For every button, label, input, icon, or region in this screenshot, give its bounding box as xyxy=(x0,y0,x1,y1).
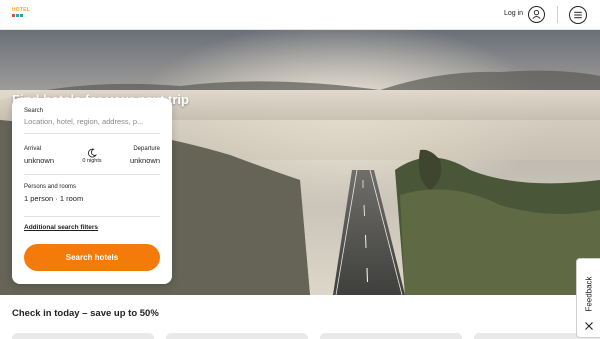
deal-card[interactable] xyxy=(166,333,308,339)
deals-section-title: Check in today – save up to 50% xyxy=(12,308,159,319)
logo-color-blocks xyxy=(12,14,23,17)
search-divider xyxy=(24,133,160,134)
persons-divider xyxy=(24,216,160,217)
arrival-value: unknown xyxy=(24,156,55,165)
persons-value: 1 person · 1 room xyxy=(24,194,84,203)
departure-value: unknown xyxy=(129,156,160,165)
close-icon[interactable] xyxy=(584,321,594,331)
search-label: Search xyxy=(24,108,44,114)
departure-label: Departure xyxy=(133,146,160,152)
top-header: HOTEL Log in xyxy=(0,0,600,30)
dates-divider xyxy=(24,174,160,175)
feedback-label: Feedback xyxy=(584,276,594,312)
search-input[interactable] xyxy=(24,115,160,127)
user-icon[interactable] xyxy=(528,6,545,23)
search-hotels-button[interactable]: Search hotels xyxy=(24,244,160,271)
deal-card[interactable] xyxy=(12,333,154,339)
hotel-search-card: Search Arrival unknown 0 nights Departur… xyxy=(12,98,172,284)
menu-icon[interactable] xyxy=(569,6,587,24)
deal-card[interactable] xyxy=(320,333,462,339)
arrival-label: Arrival xyxy=(24,146,42,152)
logo-wordmark: HOTEL xyxy=(12,7,30,13)
additional-filters-link[interactable]: Additional search filters xyxy=(24,224,98,231)
nights-count: 0 nights xyxy=(82,158,102,164)
feedback-tab[interactable]: Feedback xyxy=(576,258,600,338)
brand-logo[interactable]: HOTEL xyxy=(12,8,32,22)
moon-icon xyxy=(88,148,97,158)
login-link[interactable]: Log in xyxy=(504,10,523,17)
header-divider xyxy=(557,6,558,23)
persons-label: Persons and rooms xyxy=(24,184,77,190)
